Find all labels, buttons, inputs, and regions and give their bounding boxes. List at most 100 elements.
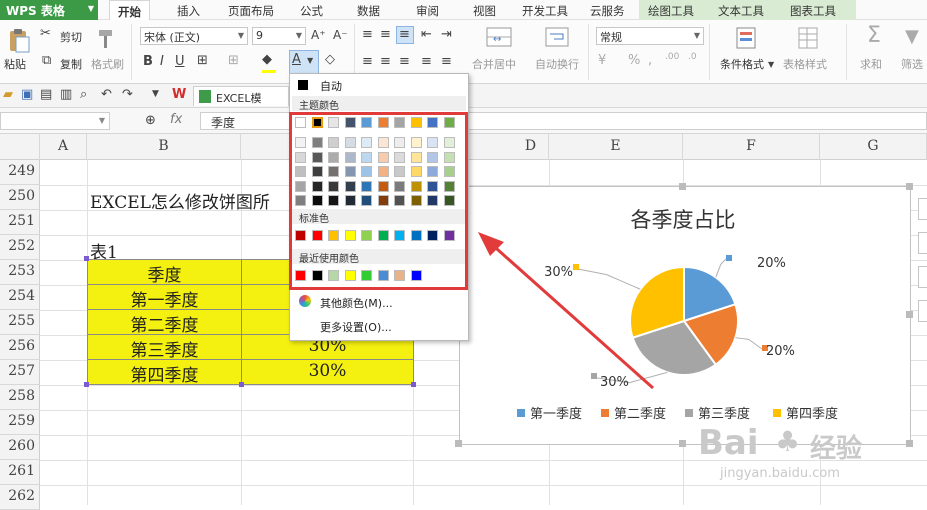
fill-color-icon[interactable]: ◆ (262, 52, 272, 67)
tab-home[interactable]: 开始 (109, 0, 150, 21)
table-cell-quarter[interactable]: 第四季度 (87, 359, 242, 385)
sum-icon[interactable]: Σ (867, 23, 881, 48)
chart-resize-handle[interactable] (455, 440, 462, 447)
row-header[interactable]: 258 (0, 385, 40, 410)
row-header[interactable]: 255 (0, 310, 40, 335)
row-header[interactable]: 256 (0, 335, 40, 360)
function-icon[interactable]: fx (170, 112, 182, 127)
table-cell-quarter[interactable]: 第一季度 (87, 284, 242, 310)
align-right-icon[interactable]: ≡ (399, 54, 410, 69)
tab-data[interactable]: 数据 (357, 3, 380, 19)
tab-review[interactable]: 审阅 (416, 3, 439, 19)
row-header[interactable]: 261 (0, 460, 40, 485)
customize-qat-icon[interactable]: ▼ (152, 89, 159, 99)
row-header[interactable]: 254 (0, 285, 40, 310)
copy-icon[interactable]: ⧉ (42, 53, 51, 68)
save-icon[interactable]: ▣ (21, 87, 33, 102)
font-name-select[interactable]: 宋体 (正文) ▼ (140, 27, 248, 45)
merge-center-button[interactable]: 合并居中 (472, 56, 516, 72)
table-cell-quarter[interactable]: 第二季度 (87, 309, 242, 335)
undo-icon[interactable]: ↶ (101, 87, 112, 102)
table-style-button[interactable]: 表格样式 (783, 56, 827, 72)
data-label[interactable]: 20% (757, 256, 786, 271)
chart-resize-handle[interactable] (906, 440, 913, 447)
paste-button[interactable]: 粘贴 (4, 56, 26, 72)
border-icon[interactable]: ⊞ (197, 53, 208, 68)
percent-icon[interactable]: % (628, 53, 640, 68)
merge-center-icon[interactable]: ↔ (486, 26, 512, 51)
selection-handle[interactable] (84, 256, 89, 261)
filter-button[interactable]: 筛选 (901, 56, 923, 72)
indent-decrease-icon[interactable]: ⇤ (421, 27, 432, 42)
table-style-icon[interactable] (797, 26, 819, 53)
column-header[interactable]: E (549, 134, 683, 160)
tab-chart-tools[interactable]: 图表工具 (790, 3, 836, 19)
merge-border-icon[interactable]: ⊞ (228, 53, 239, 68)
cut-button[interactable]: 剪切 (60, 29, 82, 45)
column-header[interactable]: B (87, 134, 241, 160)
table-cell-value[interactable]: 30% (241, 359, 414, 385)
align-middle-icon[interactable]: ≡ (380, 27, 391, 42)
distribute-icon[interactable]: ≡ (441, 54, 452, 69)
tab-view[interactable]: 视图 (473, 3, 496, 19)
filter-icon[interactable]: ▼ (905, 26, 919, 47)
wrap-text-button[interactable]: 自动换行 (535, 56, 579, 72)
underline-icon[interactable]: U (175, 54, 185, 69)
align-left-icon[interactable]: ≡ (362, 54, 373, 69)
legend-label[interactable]: 第一季度 (530, 406, 582, 422)
format-painter-icon[interactable] (95, 28, 115, 53)
print-preview-icon[interactable]: ▤ (40, 87, 52, 102)
selection-handle[interactable] (411, 382, 416, 387)
tab-insert[interactable]: 插入 (177, 3, 200, 19)
data-label[interactable]: 20% (766, 344, 795, 359)
format-painter-button[interactable]: 格式刷 (91, 56, 124, 72)
row-header[interactable]: 250 (0, 185, 40, 210)
find-icon[interactable]: ⌕ (80, 87, 87, 102)
indent-increase-icon[interactable]: ⇥ (441, 27, 452, 42)
chart-resize-handle[interactable] (906, 183, 913, 190)
chart-resize-handle[interactable] (679, 440, 686, 447)
increase-decimal-icon[interactable]: .00 (665, 52, 679, 62)
auto-color-option[interactable]: 自动 (320, 78, 342, 94)
more-colors-option[interactable]: 其他颜色(M)... (320, 295, 393, 311)
conditional-format-icon[interactable] (735, 26, 757, 53)
italic-icon[interactable]: I (160, 54, 164, 69)
thousands-icon[interactable]: , (648, 53, 652, 68)
font-grow-icon[interactable]: A⁺ (311, 28, 326, 42)
font-size-select[interactable]: 9 ▼ (252, 27, 306, 45)
selection-handle[interactable] (239, 382, 244, 387)
column-header[interactable]: F (683, 134, 820, 160)
decrease-decimal-icon[interactable]: .0 (688, 52, 697, 62)
zoom-icon[interactable]: ⊕ (145, 113, 156, 128)
print-icon[interactable]: ▥ (60, 87, 72, 102)
row-header[interactable]: 259 (0, 410, 40, 435)
row-header[interactable]: 253 (0, 260, 40, 285)
chart-settings-button[interactable] (918, 300, 927, 322)
row-header[interactable]: 257 (0, 360, 40, 385)
select-all-corner[interactable] (0, 134, 40, 160)
more-settings-option[interactable]: 更多设置(O)... (320, 319, 392, 335)
open-folder-icon[interactable]: ▰ (3, 87, 13, 102)
row-header[interactable]: 252 (0, 235, 40, 260)
redo-icon[interactable]: ↷ (122, 87, 133, 102)
sum-button[interactable]: 求和 (860, 56, 882, 72)
bold-icon[interactable]: B (143, 54, 153, 69)
document-tab[interactable]: EXCEL模板.xls (193, 86, 289, 121)
chart-style-button[interactable] (918, 232, 927, 254)
row-header[interactable]: 260 (0, 435, 40, 460)
tab-formulas[interactable]: 公式 (300, 3, 323, 19)
tab-developer[interactable]: 开发工具 (522, 3, 568, 19)
chart-resize-handle[interactable] (906, 311, 913, 318)
column-header[interactable]: G (820, 134, 927, 160)
row-header[interactable]: 249 (0, 160, 40, 185)
align-center-icon[interactable]: ≡ (380, 54, 391, 69)
sheet-heading[interactable]: EXCEL怎么修改饼图所 (90, 188, 270, 213)
row-header[interactable]: 262 (0, 485, 40, 510)
table-cell-quarter[interactable]: 第三季度 (87, 334, 242, 360)
number-format-select[interactable]: 常规 ▼ (596, 27, 704, 45)
copy-button[interactable]: 复制 (60, 56, 82, 72)
paste-icon[interactable] (7, 28, 31, 57)
tab-text-tools[interactable]: 文本工具 (718, 3, 764, 19)
conditional-format-button[interactable]: 条件格式 (720, 56, 764, 72)
legend-label[interactable]: 第四季度 (786, 406, 838, 422)
